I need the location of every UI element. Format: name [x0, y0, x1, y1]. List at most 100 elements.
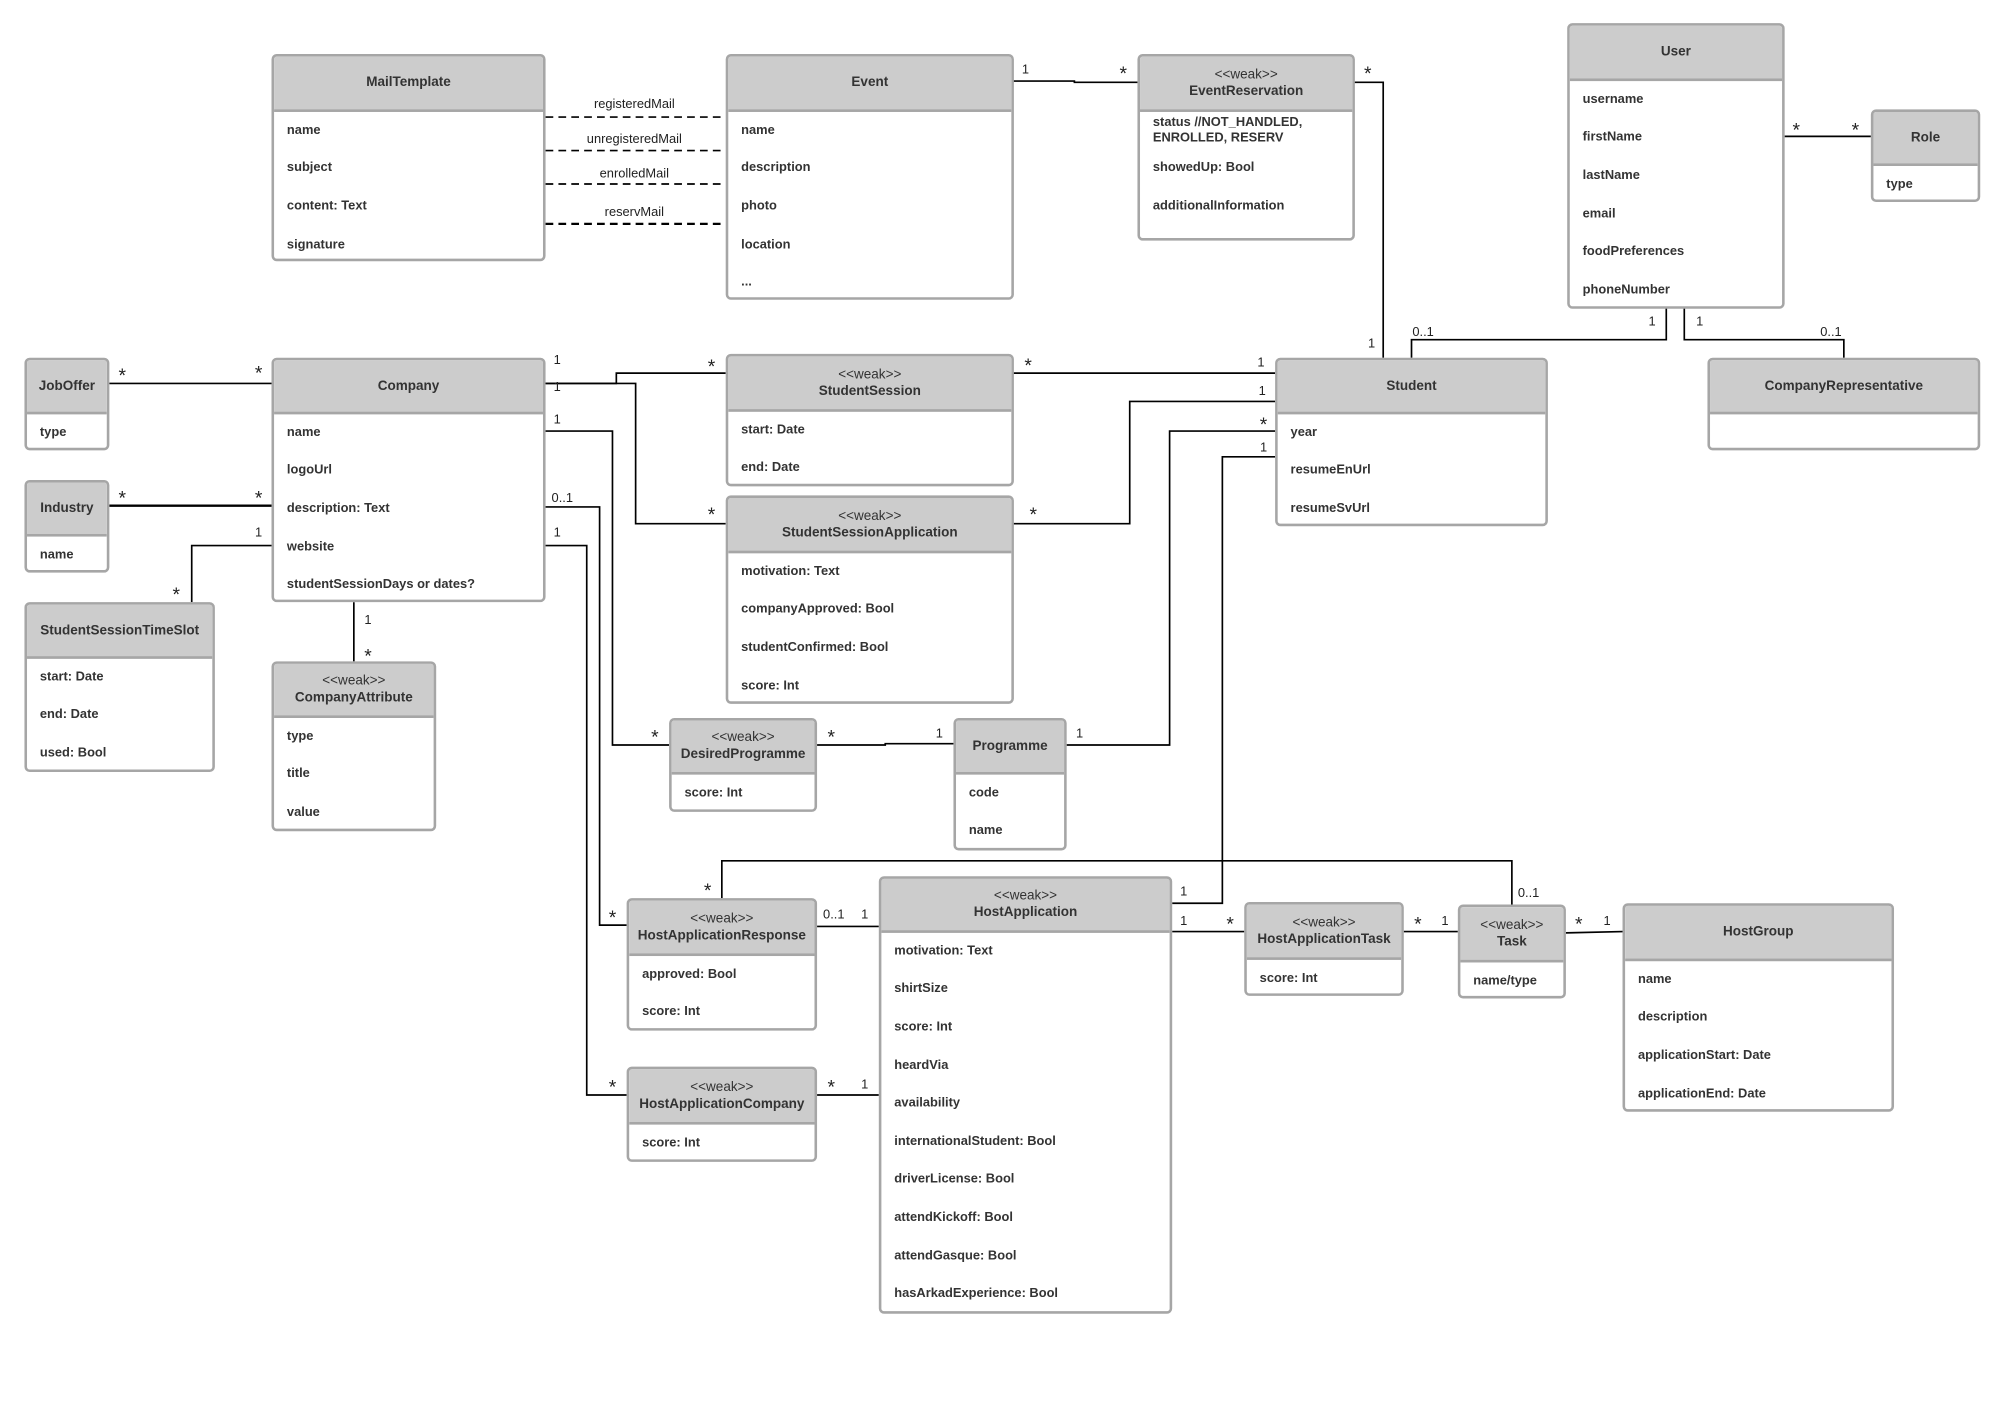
class-name: CompanyRepresentative [1764, 377, 1924, 394]
multiplicity-label: * [1029, 505, 1037, 526]
stereotype-label: <<weak>> [993, 887, 1058, 904]
class-user[interactable]: User username firstName lastName email foodPr… [1567, 23, 1785, 309]
class-header: Programme [956, 720, 1065, 775]
class-name: StudentSession [818, 382, 921, 399]
association-desired-programme-programme[interactable] [817, 742, 954, 746]
multiplicity-label: 1 [554, 411, 561, 426]
class-desired-programme[interactable]: <<weak>> DesiredProgramme score: Int [669, 717, 818, 812]
class-attribute: attendGasque: Bool [894, 1248, 1017, 1264]
class-host-application-task[interactable]: <<weak>> HostApplicationTask score: Int [1244, 901, 1404, 996]
class-name: Programme [972, 737, 1048, 754]
class-header: <<weak>> DesiredProgramme [671, 720, 815, 775]
multiplicity-label: 0..1 [552, 490, 573, 505]
class-role[interactable]: Role type [1870, 109, 1981, 203]
association-event-reservation-student[interactable] [1353, 81, 1385, 358]
class-header: <<weak>> StudentSessionApplication [728, 497, 1012, 554]
class-attribute: name [286, 425, 321, 440]
class-attribute: driverLicense: Bool [894, 1172, 1015, 1187]
multiplicity-label: * [255, 488, 263, 509]
class-header: <<weak>> EventReservation [1140, 56, 1353, 112]
class-attribute: type [39, 425, 67, 440]
association-role-label: enrolledMail [600, 166, 669, 181]
stereotype-label: <<weak>> [838, 507, 902, 524]
multiplicity-label: * [1120, 64, 1128, 85]
class-mail-template[interactable]: MailTemplate name subject content: Text sign… [271, 54, 546, 262]
class-attribute: foodPreferences [1582, 244, 1685, 259]
class-attribute: heardVia [894, 1058, 949, 1073]
class-header: <<weak>> CompanyAttribute [274, 663, 434, 718]
class-header: <<weak>> Task [1460, 907, 1564, 963]
class-name: Role [1910, 129, 1941, 145]
class-host-application-company[interactable]: <<weak>> HostApplicationCompany score: Int [626, 1066, 818, 1162]
class-task[interactable]: <<weak>> Task name/type [1457, 904, 1566, 999]
class-attribute: content: Text [286, 199, 367, 214]
class-attribute: resumeEnUrl [1290, 463, 1371, 478]
multiplicity-label: 1 [364, 612, 371, 627]
class-attribute: used: Bool [39, 746, 107, 761]
class-attribute: logoUrl [286, 463, 332, 478]
class-student-session[interactable]: <<weak>> StudentSession start: Date end: Da… [725, 353, 1014, 487]
class-company-attribute[interactable]: <<weak>> CompanyAttribute type title value [271, 661, 437, 832]
class-attribute: companyApproved: Bool [741, 602, 895, 617]
multiplicity-label: * [1575, 914, 1583, 935]
association-company-host-application-company[interactable] [545, 544, 627, 1096]
multiplicity-label: * [1260, 415, 1268, 436]
class-header: Industry [27, 482, 107, 537]
class-header: <<weak>> HostApplication [881, 878, 1170, 933]
association-company-desired-programme[interactable] [545, 430, 670, 746]
multiplicity-label: * [609, 1078, 617, 1099]
class-student-session-application[interactable]: <<weak>> StudentSessionApplication motivat… [725, 495, 1014, 704]
class-company[interactable]: Company name logoUrl description: Text websi… [271, 357, 546, 603]
class-programme[interactable]: Programme code name [953, 717, 1067, 851]
class-attribute: score: Int [642, 1005, 700, 1020]
class-attribute: type [1886, 177, 1913, 192]
multiplicity-label: * [651, 728, 659, 749]
class-attribute: name [968, 823, 1003, 839]
association-host-application-student[interactable] [1172, 455, 1276, 905]
class-header: StudentSessionTimeSlot [27, 604, 213, 659]
multiplicity-label: * [609, 908, 617, 929]
association-company-student-session-time-slot[interactable] [190, 544, 272, 603]
association-programme-student[interactable] [1066, 430, 1276, 746]
association-company-student-session[interactable] [545, 372, 726, 385]
stereotype-label: <<weak>> [322, 672, 386, 689]
class-student[interactable]: Student year resumeEnUrl resumeSvUrl [1275, 357, 1548, 527]
multiplicity-label: * [827, 728, 835, 749]
class-attribute: description [1637, 1010, 1708, 1025]
association-user-student[interactable] [1410, 307, 1668, 358]
class-host-application[interactable]: <<weak>> HostApplication motivation: Text s… [878, 876, 1173, 1314]
class-attribute: shirtSize [894, 982, 948, 997]
stereotype-label: <<weak>> [838, 366, 902, 382]
multiplicity-label: 1 [1260, 440, 1267, 455]
class-header: <<weak>> HostApplicationResponse [629, 900, 815, 957]
class-name: EventReservation [1189, 82, 1304, 99]
class-header: MailTemplate [274, 56, 543, 112]
class-header: CompanyRepresentative [1710, 360, 1978, 415]
class-name: User [1660, 43, 1691, 60]
stereotype-label: <<weak>> [690, 910, 754, 926]
class-name: HostApplicationResponse [637, 927, 806, 943]
stereotype-label: <<weak>> [1480, 916, 1544, 933]
multiplicity-label: * [827, 1078, 835, 1099]
class-name: JobOffer [38, 377, 96, 394]
class-name: MailTemplate [366, 74, 451, 91]
class-name: Company [377, 377, 440, 394]
class-job-offer[interactable]: JobOffer type [24, 357, 110, 451]
class-event[interactable]: Event name description photo location... [725, 54, 1014, 300]
multiplicity-label: 1 [1604, 913, 1611, 928]
class-attribute: approved: Bool [642, 967, 737, 982]
multiplicity-label: 1 [936, 725, 943, 740]
class-event-reservation[interactable]: <<weak>> EventReservation status //NOT_HAN… [1137, 54, 1355, 241]
class-host-group[interactable]: HostGroup name description applicationStart… [1622, 903, 1895, 1112]
association-student-session-application-student[interactable] [1012, 400, 1276, 525]
class-company-representative[interactable]: CompanyRepresentative [1707, 357, 1981, 451]
class-student-session-time-slot[interactable]: StudentSessionTimeSlot start: Date end: Da… [24, 602, 215, 773]
class-industry[interactable]: Industry name [24, 479, 110, 573]
class-header: Student [1277, 360, 1546, 415]
class-attribute: photo [741, 199, 777, 214]
association-role-label: reservMail [605, 204, 664, 219]
class-attribute: start: Date [741, 423, 805, 438]
class-name: CompanyAttribute [294, 689, 413, 706]
class-name: HostApplicationTask [1257, 930, 1391, 947]
class-host-application-response[interactable]: <<weak>> HostApplicationResponse approved:… [626, 898, 818, 1031]
